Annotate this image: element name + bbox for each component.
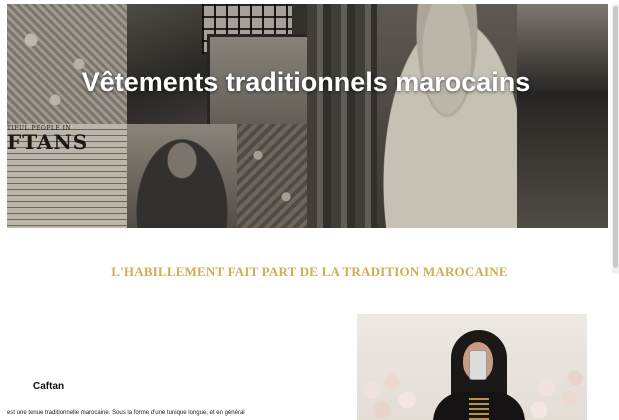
caftan-description: est une tenue traditionnelle marocaine. …: [7, 410, 245, 416]
hero-title: Vêtements traditionnels marocains: [81, 67, 531, 97]
page: TIFUL PEOPLE IN FTANS Vêtements traditio…: [0, 0, 619, 420]
scrollbar[interactable]: [612, 4, 619, 274]
caftan-photo: [357, 314, 587, 420]
hero-overlay: [7, 4, 608, 228]
flowers-right-decoration: [527, 370, 587, 420]
caftan-title: Caftan: [33, 381, 65, 392]
hero-banner: TIFUL PEOPLE IN FTANS: [7, 4, 608, 228]
caftan-trim: [469, 398, 489, 420]
section-heading: L'HABILLEMENT FAIT PART DE LA TRADITION …: [111, 264, 508, 279]
phone: [469, 350, 487, 380]
flowers-left-decoration: [357, 370, 417, 420]
scrollbar-thumb[interactable]: [613, 6, 618, 268]
